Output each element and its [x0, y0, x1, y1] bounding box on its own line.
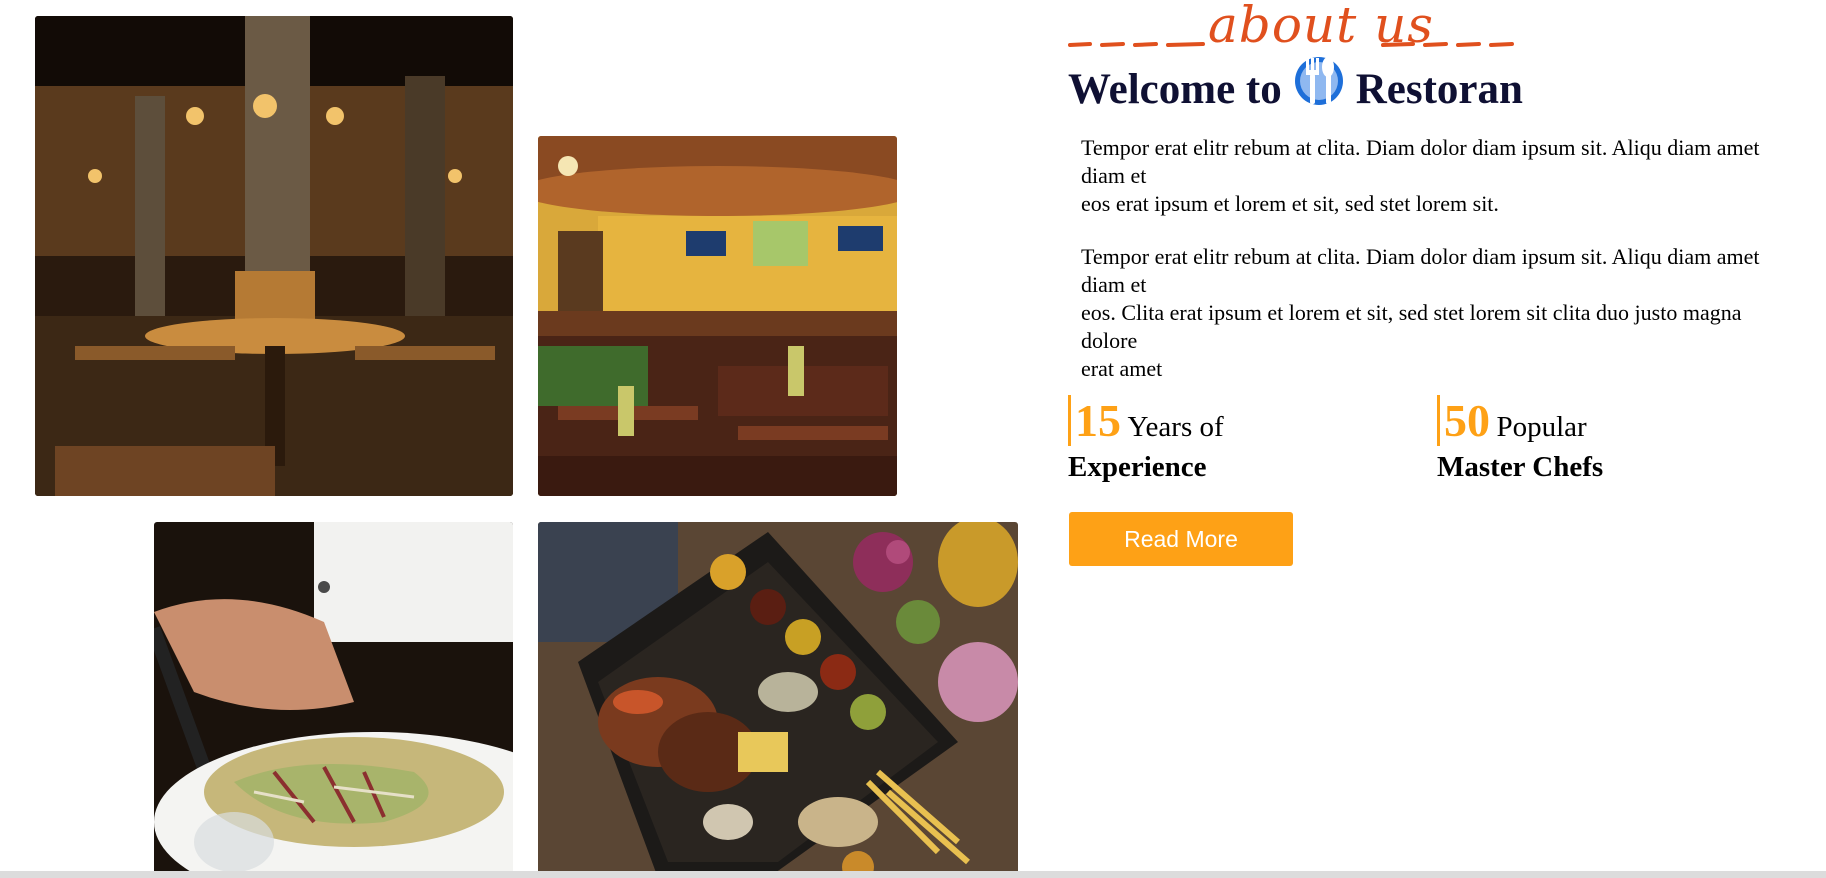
- stat-number: 15: [1068, 395, 1121, 446]
- paragraph-line: eos erat ipsum et lorem et sit, sed stet…: [1081, 191, 1499, 216]
- stat-label: Experience: [1068, 451, 1207, 483]
- about-paragraph-1: Tempor erat elitr rebum at clita. Diam d…: [1081, 134, 1801, 218]
- stat-experience: 15 Years of Experience: [1068, 395, 1224, 483]
- read-more-button[interactable]: Read More: [1069, 512, 1293, 566]
- stat-chefs: 50 Popular Master Chefs: [1437, 395, 1604, 483]
- title-before: Welcome to: [1068, 65, 1282, 113]
- stat-suffix: Years of: [1127, 411, 1224, 443]
- paragraph-line: erat amet: [1081, 356, 1163, 381]
- page-title: Welcome to Restoran: [1068, 57, 1523, 116]
- about-us-heading: about us: [1068, 0, 1518, 58]
- grilled-platter-image: [538, 522, 1018, 878]
- about-us-text: about us: [1208, 0, 1434, 54]
- stat-suffix: Popular: [1496, 411, 1587, 443]
- stat-number: 50: [1437, 395, 1490, 446]
- horizontal-scrollbar[interactable]: [0, 871, 1826, 878]
- restaurant-interior-dark-image: [35, 16, 513, 496]
- utensils-icon: [1294, 54, 1344, 108]
- paragraph-line: Tempor erat elitr rebum at clita. Diam d…: [1081, 244, 1760, 297]
- salad-plate-image: [154, 522, 513, 878]
- paragraph-line: Tempor erat elitr rebum at clita. Diam d…: [1081, 135, 1760, 188]
- restaurant-interior-yellow-image: [538, 136, 897, 496]
- title-brand: Restoran: [1355, 65, 1523, 113]
- paragraph-line: eos. Clita erat ipsum et lorem et sit, s…: [1081, 300, 1742, 353]
- about-paragraph-2: Tempor erat elitr rebum at clita. Diam d…: [1081, 243, 1801, 383]
- stat-label: Master Chefs: [1437, 451, 1604, 483]
